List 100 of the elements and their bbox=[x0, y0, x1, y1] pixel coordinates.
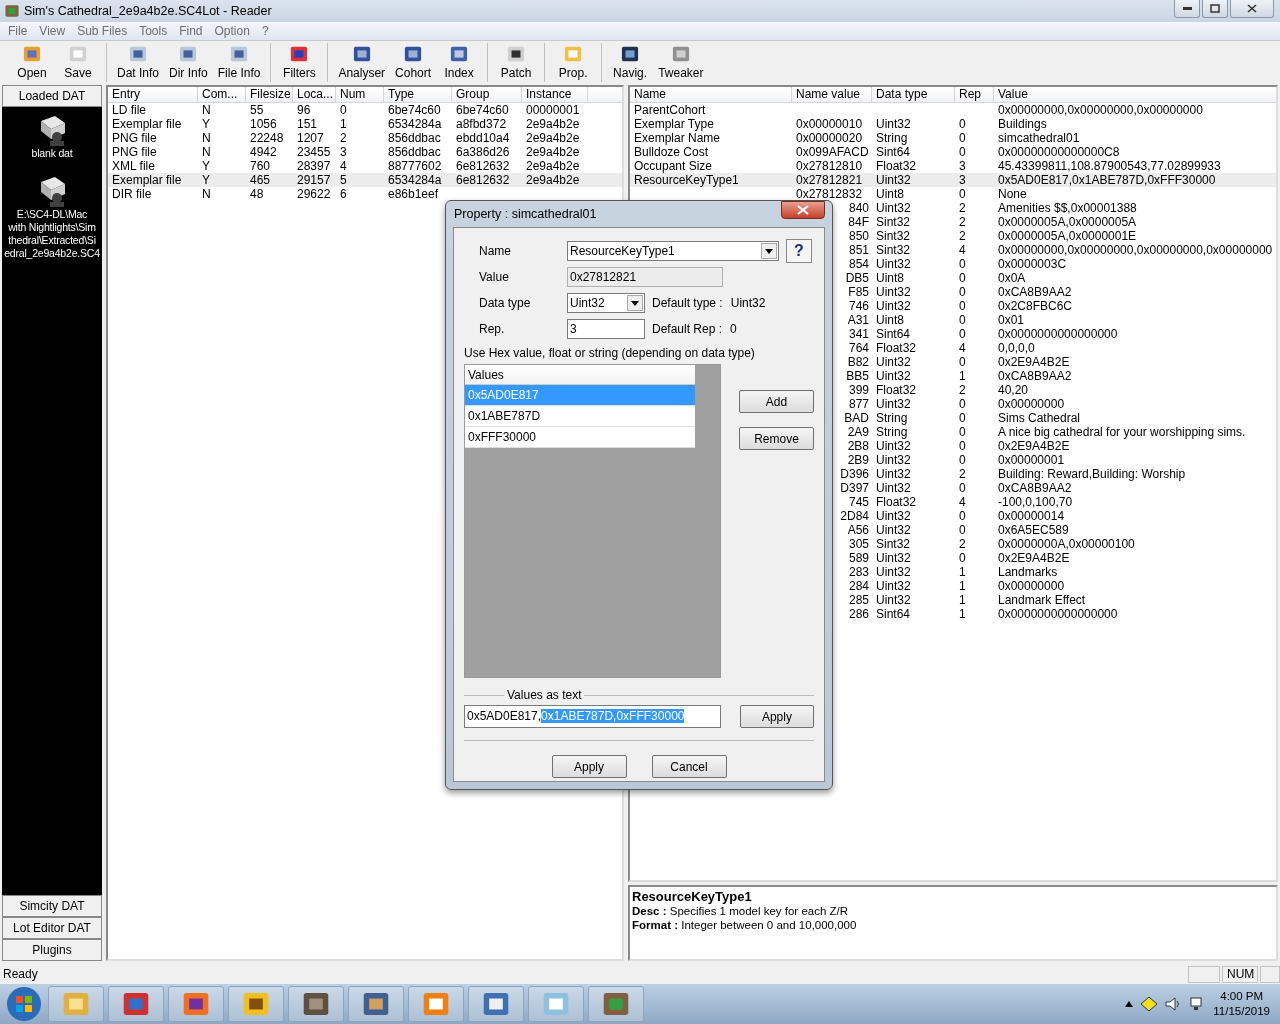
toolbar-button[interactable]: File Info bbox=[213, 43, 265, 82]
column-header[interactable]: Name value bbox=[792, 87, 872, 103]
loaded-dat-button[interactable]: Loaded DAT bbox=[2, 85, 102, 107]
table-cell-text: Exemplar file bbox=[111, 173, 183, 187]
table-cell-text: 22248 bbox=[249, 131, 285, 145]
table-cell: 0x0000005A,0x0000005A bbox=[998, 215, 1137, 229]
data-type-dropdown[interactable]: Uint32 bbox=[567, 293, 645, 313]
column-header[interactable]: Rep bbox=[955, 87, 994, 103]
rep-field[interactable]: 3 bbox=[567, 319, 645, 339]
clock[interactable]: 4:00 PM 11/15/2019 bbox=[1213, 989, 1270, 1019]
menu-item[interactable]: File bbox=[2, 24, 34, 38]
close-button[interactable] bbox=[1230, 0, 1274, 18]
column-header[interactable]: Num bbox=[336, 87, 384, 103]
table-cell: BB5 bbox=[846, 369, 869, 383]
table-cell: 0x0000000000000000 bbox=[998, 607, 1118, 621]
toolbar-button[interactable]: Dat Info bbox=[113, 43, 164, 82]
toolbar-button[interactable]: Dir Info bbox=[165, 43, 212, 82]
toolbar-button[interactable]: Tweaker bbox=[654, 43, 708, 82]
toolbar-button[interactable]: Save bbox=[56, 43, 100, 82]
speaker-icon[interactable] bbox=[1165, 997, 1182, 1011]
toolbar-button[interactable]: Patch bbox=[494, 43, 539, 82]
taskbar-button[interactable] bbox=[468, 986, 524, 1022]
table-cell: 0 bbox=[959, 299, 966, 313]
column-header[interactable]: Instance bbox=[522, 87, 588, 103]
taskbar-button[interactable] bbox=[228, 986, 284, 1022]
add-button[interactable]: Add bbox=[739, 390, 814, 413]
taskbar-button[interactable] bbox=[288, 986, 344, 1022]
toolbar-button[interactable]: Prop. bbox=[551, 43, 596, 82]
column-header[interactable]: Data type bbox=[872, 87, 955, 103]
table-cell: ResourceKeyType1 bbox=[634, 173, 739, 187]
toolbar-button[interactable]: Cohort bbox=[391, 43, 436, 82]
field-label: Value bbox=[478, 270, 510, 284]
table-cell-text: 23455 bbox=[296, 145, 332, 159]
table-cell: 1 bbox=[959, 593, 966, 607]
close-button[interactable] bbox=[781, 201, 825, 219]
column-header[interactable]: Name bbox=[630, 87, 792, 103]
table-cell-text: PNG file bbox=[111, 131, 158, 145]
taskbar-button[interactable] bbox=[108, 986, 164, 1022]
column-header[interactable]: Value bbox=[994, 87, 1276, 103]
dropdown-arrow-icon bbox=[631, 300, 639, 306]
table-cell: 0x0000000A,0x00000100 bbox=[998, 537, 1135, 551]
menu-item[interactable]: View bbox=[33, 24, 72, 38]
table-cell-text: Exemplar file bbox=[111, 117, 183, 131]
table-cell-text: 00000001 bbox=[525, 103, 581, 117]
table-cell: 285 bbox=[848, 593, 869, 607]
help-button[interactable]: ? bbox=[786, 239, 812, 263]
column-header[interactable]: Filesize bbox=[246, 87, 293, 103]
default-rep-label: Default Rep : bbox=[652, 322, 723, 336]
menu-item[interactable]: Tools bbox=[133, 24, 174, 38]
taskbar-button[interactable] bbox=[588, 986, 644, 1022]
tray-expand-icon[interactable] bbox=[1125, 1001, 1134, 1007]
menu-item[interactable]: Option bbox=[208, 24, 256, 38]
table-cell-text: 55 bbox=[249, 103, 265, 117]
name-dropdown[interactable]: ResourceKeyType1 bbox=[567, 241, 779, 261]
minimize-button[interactable] bbox=[1174, 0, 1200, 18]
table-cell: 0x5AD0E817,0x1ABE787D,0xFFF30000 bbox=[998, 173, 1216, 187]
apply-button[interactable]: Apply bbox=[551, 755, 627, 778]
table-cell: String bbox=[876, 425, 908, 439]
dat-tab-button[interactable]: Lot Editor DAT bbox=[2, 917, 102, 939]
start-button[interactable] bbox=[4, 985, 44, 1023]
menu-item[interactable]: Sub Files bbox=[71, 24, 134, 38]
table-cell-text: 6e812632 bbox=[455, 173, 511, 187]
remove-button[interactable]: Remove bbox=[739, 427, 814, 450]
dat-label[interactable]: E:\SC4-DL\Mac with Nightlights\Sim thedral\Extracted\Si edral_2e9a4b2e.SC4 bbox=[4, 208, 100, 260]
toolbar-button[interactable]: Filters bbox=[277, 43, 322, 82]
toolbar-button[interactable]: Navig. bbox=[608, 43, 653, 82]
dat-label[interactable]: blank dat bbox=[31, 147, 73, 160]
table-cell: Uint32 bbox=[876, 201, 911, 215]
toolbar-button[interactable]: Analyser bbox=[334, 43, 390, 82]
maximize-button[interactable] bbox=[1202, 0, 1228, 18]
menu-item[interactable]: Find bbox=[173, 24, 209, 38]
table-cell-text: Y bbox=[201, 173, 211, 187]
menu-item[interactable]: ? bbox=[255, 24, 275, 38]
column-header[interactable]: Group bbox=[452, 87, 522, 103]
table-cell: Float32 bbox=[876, 341, 917, 355]
cancel-button[interactable]: Cancel bbox=[651, 755, 727, 778]
apply-button[interactable]: Apply bbox=[739, 705, 814, 728]
column-header[interactable]: Loca... bbox=[293, 87, 336, 103]
taskbar-button[interactable] bbox=[348, 986, 404, 1022]
table-cell-text: 6a386d26 bbox=[455, 145, 511, 159]
table-cell: 2 bbox=[959, 383, 966, 397]
table-cell-text: 4942 bbox=[249, 145, 278, 159]
table-cell: 4 bbox=[959, 341, 966, 355]
hint-text: Use Hex value, float or string (depending on data type) bbox=[464, 346, 756, 362]
taskbar-button[interactable] bbox=[408, 986, 464, 1022]
toolbar-button[interactable]: Index bbox=[437, 43, 482, 82]
column-header[interactable]: Type bbox=[384, 87, 452, 103]
table-cell: DB5 bbox=[845, 271, 869, 285]
network-warning-icon[interactable] bbox=[1141, 997, 1158, 1011]
dat-tab-button[interactable]: Plugins bbox=[2, 939, 102, 961]
table-cell-text: 1056 bbox=[249, 117, 278, 131]
table-cell: Exemplar Name bbox=[634, 131, 721, 145]
column-header[interactable]: Com... bbox=[198, 87, 246, 103]
dat-tab-button[interactable]: Simcity DAT bbox=[2, 895, 102, 917]
toolbar-button[interactable]: Open bbox=[10, 43, 54, 82]
table-cell-text: 6534284a bbox=[387, 173, 443, 187]
table-cell-text: 6be74c60 bbox=[455, 103, 510, 117]
column-header[interactable]: Entry bbox=[108, 87, 198, 103]
taskbar-button[interactable] bbox=[168, 986, 224, 1022]
table-cell: Uint32 bbox=[876, 369, 911, 383]
